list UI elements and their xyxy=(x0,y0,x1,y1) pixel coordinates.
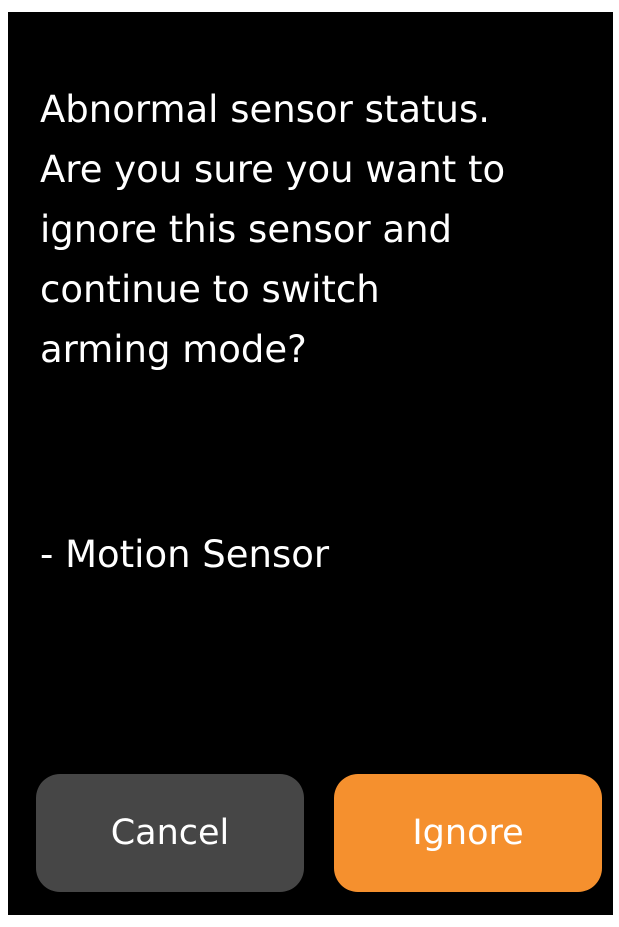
cancel-button-label: Cancel xyxy=(110,813,230,853)
confirm-dialog: Abnormal sensor status. Are you sure you… xyxy=(8,12,613,915)
sensor-list-item: - Motion Sensor xyxy=(40,533,330,576)
ignore-button[interactable]: Ignore xyxy=(334,774,602,892)
cancel-button[interactable]: Cancel xyxy=(36,774,304,892)
ignore-button-label: Ignore xyxy=(412,813,524,853)
dialog-message: Abnormal sensor status. Are you sure you… xyxy=(40,88,506,371)
